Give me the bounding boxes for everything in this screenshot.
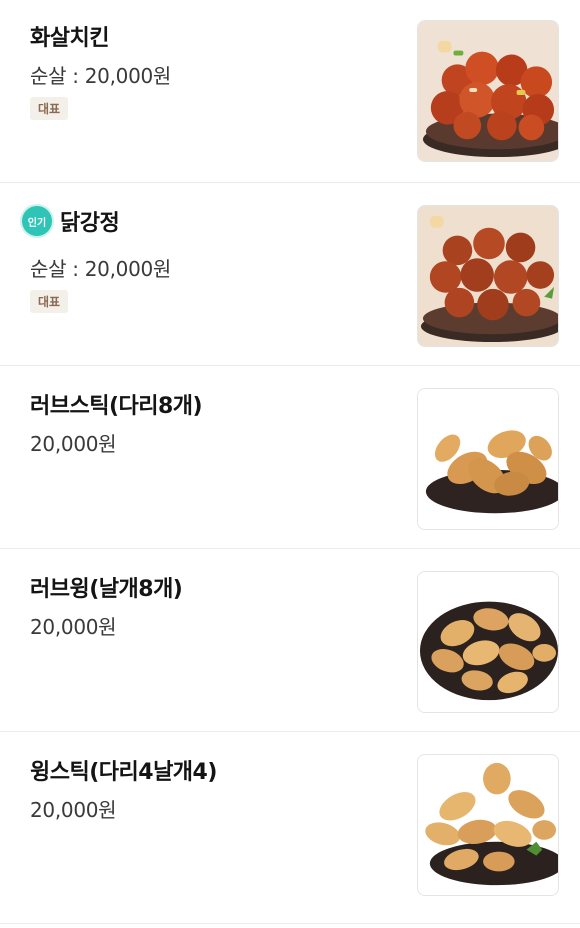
menu-item-title-row: 러브스틱(다리8개) xyxy=(30,390,203,419)
menu-item-name: 러브윙(날개8개) xyxy=(30,577,183,602)
menu-item-love-stick[interactable]: 러브스틱(다리8개) 20,000원 xyxy=(0,366,580,549)
sweet-chicken-bites-image[interactable] xyxy=(417,205,559,347)
menu-item-price: 순살 : 20,000원 xyxy=(30,64,172,88)
menu-item-title-row: 화살치킨 xyxy=(30,22,109,51)
menu-item-price: 20,000원 xyxy=(30,798,117,822)
menu-item-price: 20,000원 xyxy=(30,432,117,456)
menu-item-love-wing[interactable]: 러브윙(날개8개) 20,000원 xyxy=(0,549,580,732)
menu-item-hwasal-chicken[interactable]: 화살치킨 순살 : 20,000원 대표 xyxy=(0,0,580,183)
representative-badge: 대표 xyxy=(30,97,69,120)
menu-item-title-row: 인기 닭강정 xyxy=(22,206,120,236)
menu-item-price: 순살 : 20,000원 xyxy=(30,257,172,281)
fried-drumsticks-image[interactable] xyxy=(417,388,559,530)
menu-list: 화살치킨 순살 : 20,000원 대표 인기 닭강정 순살: 20,000원… xyxy=(0,0,580,928)
menu-item-name: 윙스틱(다리4날개4) xyxy=(30,760,217,785)
drumsticks-illustration xyxy=(418,389,558,529)
representative-badge: 대표 xyxy=(30,290,69,313)
menu-item-wing-stick[interactable]: 윙스틱(다리4날개4) 20,000원 xyxy=(0,732,580,924)
spicy-boneless-chicken-image[interactable] xyxy=(417,20,559,162)
popular-badge: 인기 xyxy=(22,206,52,236)
menu-item-title-row: 윙스틱(다리4날개4) xyxy=(30,756,217,785)
gangjeong-illustration xyxy=(418,206,558,346)
menu-item-title-row: 러브윙(날개8개) xyxy=(30,573,183,602)
menu-item-name: 러브스틱(다리8개) xyxy=(30,394,203,419)
fried-wings-image[interactable] xyxy=(417,571,559,713)
spicy-chicken-illustration xyxy=(418,21,558,161)
fried-wings-drumsticks-image[interactable] xyxy=(417,754,559,896)
menu-item-dakgangjeong[interactable]: 인기 닭강정 순살 : 20,000원 대표 xyxy=(0,183,580,366)
menu-item-name: 닭강정 xyxy=(60,211,120,236)
menu-item-price: 20,000원 xyxy=(30,615,117,639)
menu-item-name: 화살치킨 xyxy=(30,26,109,51)
wings-illustration xyxy=(418,572,558,712)
wingstick-illustration xyxy=(418,755,558,895)
